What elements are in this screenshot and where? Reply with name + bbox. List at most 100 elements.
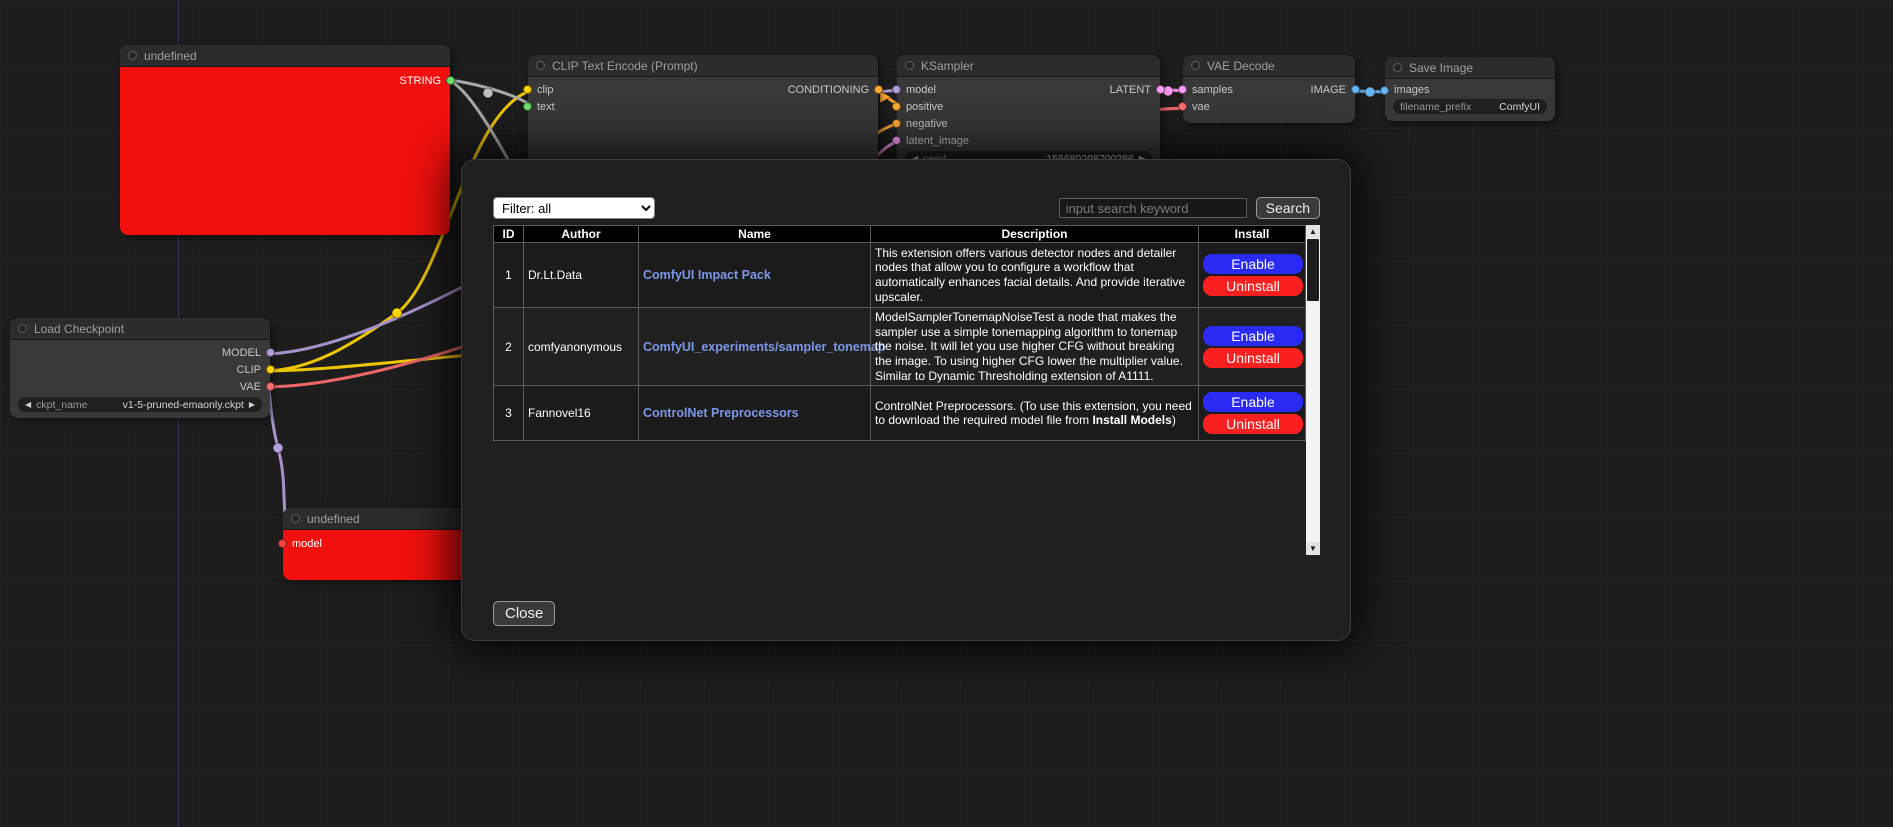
- extension-row: 1 Dr.Lt.Data ComfyUI Impact Pack This ex…: [494, 243, 1306, 308]
- vae-slot-icon[interactable]: [1178, 102, 1187, 111]
- column-header-id: ID: [494, 226, 524, 243]
- widget-name: ckpt_name: [36, 399, 87, 411]
- node-undefined-top[interactable]: undefined STRING: [120, 45, 450, 235]
- collapse-dot-icon[interactable]: [905, 61, 914, 70]
- collapse-dot-icon[interactable]: [1393, 63, 1402, 72]
- latent-slot-icon[interactable]: [1156, 85, 1165, 94]
- input-slot-model[interactable]: model: [283, 538, 322, 550]
- search-input[interactable]: [1059, 198, 1247, 218]
- node-vae-decode[interactable]: VAE Decode samples IMAGE vae: [1183, 55, 1355, 123]
- clip-slot-icon[interactable]: [266, 365, 275, 374]
- vae-slot-icon[interactable]: [266, 382, 275, 391]
- input-slot-vae[interactable]: vae: [1183, 101, 1210, 113]
- extension-link[interactable]: ComfyUI_experiments/sampler_tonemap: [643, 340, 885, 354]
- node-save-image[interactable]: Save Image images filename_prefix ComfyU…: [1385, 57, 1555, 121]
- enable-button[interactable]: Enable: [1203, 254, 1303, 274]
- image-slot-icon[interactable]: [1351, 85, 1360, 94]
- output-slot-string[interactable]: STRING: [399, 75, 450, 87]
- input-slot-model[interactable]: model: [897, 84, 936, 96]
- filename-prefix-widget[interactable]: filename_prefix ComfyUI: [1393, 99, 1547, 114]
- uninstall-button[interactable]: Uninstall: [1203, 348, 1303, 368]
- table-header-row: ID Author Name Description Install: [494, 226, 1306, 243]
- widget-value: v1-5-pruned-emaonly.ckpt: [123, 399, 244, 411]
- enable-button[interactable]: Enable: [1203, 326, 1303, 346]
- slot-label: negative: [906, 118, 948, 130]
- input-slot-images[interactable]: images: [1385, 84, 1429, 96]
- column-header-description: Description: [871, 226, 1199, 243]
- conditioning-slot-icon[interactable]: [892, 119, 901, 128]
- node-header[interactable]: undefined: [120, 45, 450, 67]
- output-slot-conditioning[interactable]: CONDITIONING: [788, 84, 878, 96]
- input-slot-negative[interactable]: negative: [897, 118, 948, 130]
- model-slot-icon[interactable]: [892, 85, 901, 94]
- graph-canvas[interactable]: undefined STRING CLIP Text Encode (Promp…: [0, 0, 1893, 827]
- text-slot-icon[interactable]: [523, 102, 532, 111]
- slot-label: samples: [1192, 84, 1233, 96]
- table-scrollbar[interactable]: ▲ ▼: [1306, 225, 1320, 555]
- conditioning-slot-icon[interactable]: [892, 102, 901, 111]
- scroll-down-arrow-icon[interactable]: ▼: [1306, 542, 1320, 555]
- model-slot-icon[interactable]: [278, 539, 287, 548]
- slot-label: clip: [537, 84, 554, 96]
- image-slot-icon[interactable]: [1380, 86, 1389, 95]
- extension-author: comfyanonymous: [524, 308, 639, 386]
- latent-slot-icon[interactable]: [892, 136, 901, 145]
- node-load-checkpoint[interactable]: Load Checkpoint MODEL CLIP VAE: [10, 318, 270, 418]
- ckpt-name-widget[interactable]: ◀ ckpt_name v1-5-pruned-emaonly.ckpt ▶: [18, 397, 262, 412]
- dialog-toolbar: Filter: all Search: [493, 196, 1320, 220]
- slot-label: positive: [906, 101, 943, 113]
- extension-link[interactable]: ControlNet Preprocessors: [643, 406, 799, 420]
- uninstall-button[interactable]: Uninstall: [1203, 414, 1303, 434]
- input-slot-samples[interactable]: samples: [1183, 84, 1233, 96]
- collapse-dot-icon[interactable]: [18, 324, 27, 333]
- scroll-up-arrow-icon[interactable]: ▲: [1306, 225, 1320, 238]
- output-slot-clip[interactable]: CLIP: [237, 364, 270, 376]
- input-slot-latent-image[interactable]: latent_image: [897, 135, 969, 147]
- previous-arrow-icon[interactable]: ◀: [25, 401, 31, 409]
- collapse-dot-icon[interactable]: [291, 514, 300, 523]
- node-header[interactable]: CLIP Text Encode (Prompt): [528, 55, 878, 77]
- scrollbar-thumb[interactable]: [1307, 239, 1319, 301]
- column-header-install: Install: [1199, 226, 1306, 243]
- clip-slot-icon[interactable]: [523, 85, 532, 94]
- enable-button[interactable]: Enable: [1203, 392, 1303, 412]
- output-slot-vae[interactable]: VAE: [240, 381, 270, 393]
- extension-link[interactable]: ComfyUI Impact Pack: [643, 268, 771, 282]
- input-slot-positive[interactable]: positive: [897, 101, 943, 113]
- input-slot-text[interactable]: text: [528, 101, 555, 113]
- search-group: Search: [1059, 197, 1320, 219]
- close-button[interactable]: Close: [493, 601, 555, 626]
- node-header[interactable]: Save Image: [1385, 57, 1555, 79]
- node-header[interactable]: KSampler: [897, 55, 1160, 77]
- node-title: Load Checkpoint: [34, 322, 124, 336]
- wire-midpoint-dot: [1365, 87, 1375, 97]
- collapse-dot-icon[interactable]: [128, 51, 137, 60]
- slot-label: model: [292, 538, 322, 550]
- collapse-dot-icon[interactable]: [536, 61, 545, 70]
- model-slot-icon[interactable]: [266, 348, 275, 357]
- filter-select[interactable]: Filter: all: [493, 197, 655, 219]
- latent-slot-icon[interactable]: [1178, 85, 1187, 94]
- next-arrow-icon[interactable]: ▶: [249, 401, 255, 409]
- slot-label: text: [537, 101, 555, 113]
- input-slot-clip[interactable]: clip: [528, 84, 554, 96]
- search-button[interactable]: Search: [1256, 197, 1320, 219]
- collapse-dot-icon[interactable]: [1191, 61, 1200, 70]
- slot-label: MODEL: [222, 347, 261, 359]
- output-slot-image[interactable]: IMAGE: [1311, 84, 1355, 96]
- slot-label: LATENT: [1110, 84, 1151, 96]
- wire-midpoint-dot: [483, 88, 493, 98]
- uninstall-button[interactable]: Uninstall: [1203, 276, 1303, 296]
- wire-midpoint-dot: [273, 443, 283, 453]
- conditioning-slot-icon[interactable]: [874, 85, 883, 94]
- node-header[interactable]: VAE Decode: [1183, 55, 1355, 77]
- string-slot-icon[interactable]: [446, 76, 455, 85]
- slot-label: model: [906, 84, 936, 96]
- node-header[interactable]: Load Checkpoint: [10, 318, 270, 340]
- column-header-author: Author: [524, 226, 639, 243]
- wire-string-to-text: [445, 80, 533, 107]
- slot-label: images: [1394, 84, 1429, 96]
- extension-description: ControlNet Preprocessors. (To use this e…: [871, 386, 1199, 441]
- output-slot-model[interactable]: MODEL: [222, 347, 270, 359]
- output-slot-latent[interactable]: LATENT: [1110, 84, 1160, 96]
